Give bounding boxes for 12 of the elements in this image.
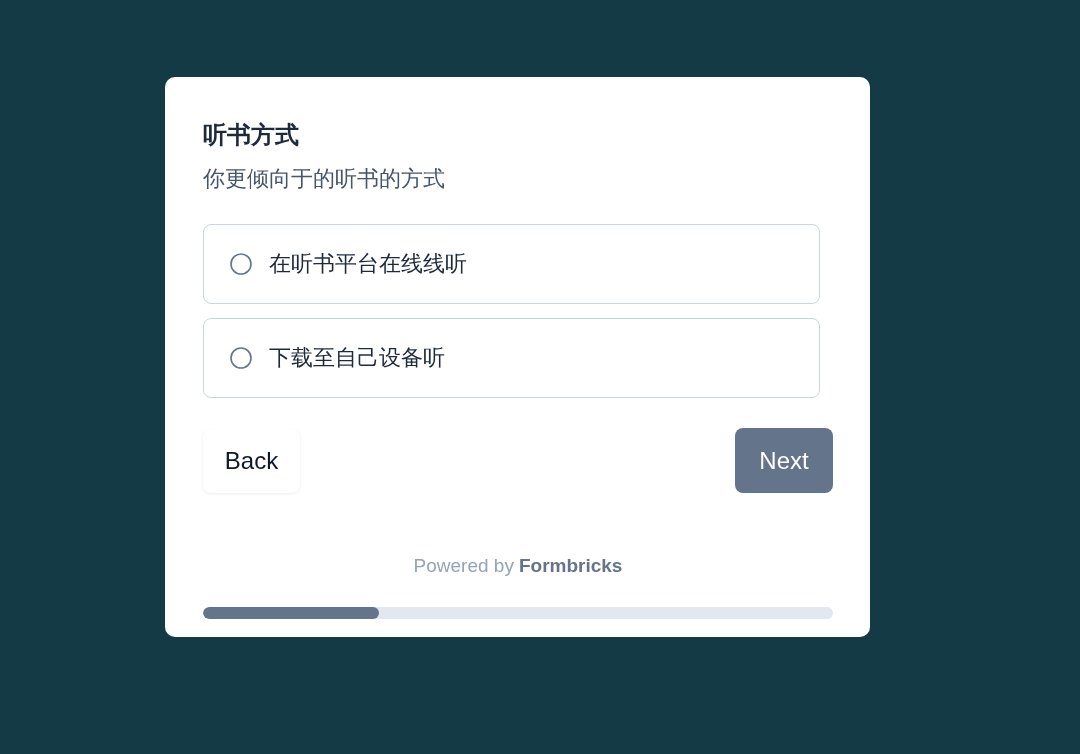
powered-by-label: Powered by [413,554,514,578]
option-label: 下载至自己设备听 [269,344,445,372]
answer-option[interactable]: 在听书平台在线线听 [203,224,820,304]
radio-button-icon[interactable] [230,253,252,275]
next-button[interactable]: Next [735,428,833,493]
question-description: 你更倾向于的听书的方式 [203,165,445,193]
question-title: 听书方式 [203,120,299,150]
formbricks-link[interactable]: Formbricks [518,554,623,578]
radio-button-icon[interactable] [230,347,252,369]
option-label: 在听书平台在线线听 [269,250,467,278]
back-button[interactable]: Back [203,428,300,493]
answer-option[interactable]: 下载至自己设备听 [203,318,820,398]
